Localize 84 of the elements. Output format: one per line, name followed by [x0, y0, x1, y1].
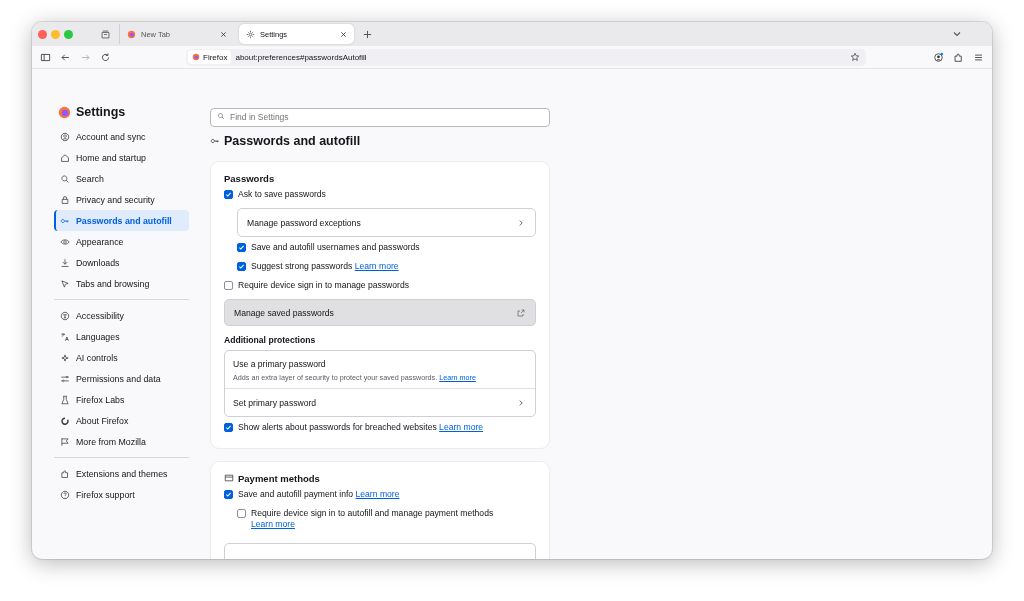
account-icon[interactable]: [933, 51, 944, 63]
download-icon: [60, 257, 70, 268]
checkbox[interactable]: [224, 281, 233, 290]
checkbox[interactable]: [224, 490, 233, 499]
search-icon: [60, 173, 70, 184]
section-heading: Passwords: [224, 172, 275, 184]
manage-button[interactable]: Manage saved passwords: [224, 299, 536, 326]
eye-icon: [60, 236, 70, 247]
checkbox-label[interactable]: Ask to save passwords: [238, 189, 326, 200]
settings-icon: [246, 29, 255, 39]
page-title: Passwords and autofill: [224, 134, 361, 148]
cursor-icon: [60, 278, 70, 289]
reload-icon[interactable]: [100, 51, 111, 63]
sidebar-item[interactable]: More from Mozilla: [54, 431, 189, 452]
sidebar-item[interactable]: Appearance: [54, 231, 189, 252]
checkbox-label[interactable]: Show alerts about passwords for breached websites Learn more: [238, 422, 484, 433]
section-heading: Payment methods: [238, 472, 320, 484]
key-icon: [210, 136, 220, 146]
settings-title: Settings: [76, 105, 126, 119]
tab-overview-icon[interactable]: [100, 28, 111, 40]
checkbox-label[interactable]: Require device sign in to autofill and manage payment methods Learn more: [251, 508, 536, 530]
subheading: Additional protections: [224, 335, 317, 345]
sidebar-item[interactable]: Search: [54, 168, 189, 189]
search-field[interactable]: Find in Settings: [210, 107, 550, 127]
checkbox-label[interactable]: Require device sign in to manage passwords: [238, 280, 409, 291]
checkbox-label[interactable]: Suggest strong passwords Learn more: [251, 261, 399, 272]
account-icon: [60, 131, 70, 142]
close-window-button[interactable]: [38, 29, 47, 39]
sidebar-item[interactable]: Account and sync: [54, 126, 189, 147]
bookmark-star-icon[interactable]: [850, 52, 860, 62]
sidebar-item[interactable]: Privacy and security: [54, 189, 189, 210]
translate-icon: [60, 331, 70, 342]
close-tab-icon[interactable]: [340, 30, 347, 38]
home-icon: [60, 152, 70, 163]
url-text: about:preferences#passwordsAutofill: [235, 52, 367, 62]
sidebar-item[interactable]: Tabs and browsing: [54, 273, 189, 294]
checkbox[interactable]: [237, 243, 246, 252]
sidebar-item[interactable]: Downloads: [54, 252, 189, 273]
sidebar-item[interactable]: About Firefox: [54, 410, 189, 431]
sidebar-item[interactable]: Accessibility: [54, 305, 189, 326]
sidebar-item[interactable]: Firefox support: [54, 484, 189, 505]
external-link-icon: [517, 308, 525, 317]
search-icon: [217, 111, 225, 120]
sparkle-icon: [60, 352, 70, 363]
checkbox[interactable]: [237, 262, 246, 271]
identity-button[interactable]: Firefox: [188, 50, 232, 64]
sidebar-item[interactable]: Extensions and themes: [54, 463, 189, 484]
sidebar-item[interactable]: Passwords and autofill: [54, 210, 189, 231]
new-tab-icon[interactable]: [363, 29, 372, 39]
address-bar[interactable]: Firefox about:preferences#passwordsAutofill: [186, 48, 866, 66]
learn-more-link[interactable]: Learn more: [355, 489, 400, 499]
menu-icon[interactable]: [973, 51, 984, 63]
learn-more-link[interactable]: Learn more: [439, 422, 484, 432]
firefox-logo-icon: [192, 53, 200, 61]
back-icon[interactable]: [60, 51, 71, 63]
chevron-right-icon: [517, 398, 525, 407]
sidebar-item[interactable]: Languages: [54, 326, 189, 347]
checkbox-label[interactable]: Save and autofill payment info Learn more: [238, 489, 400, 500]
checkbox[interactable]: [237, 509, 246, 518]
firefox-logo-icon: [127, 29, 136, 39]
checkbox[interactable]: [224, 190, 233, 199]
option-title: Use a primary password: [233, 359, 327, 369]
sidebar-item[interactable]: Firefox Labs: [54, 389, 189, 410]
learn-more-link[interactable]: Learn more: [251, 519, 295, 529]
checkbox-label[interactable]: Save and autofill usernames and passwords: [251, 242, 420, 253]
help-icon: [60, 489, 70, 500]
close-tab-icon[interactable]: [220, 30, 227, 38]
tab-list-chevron-icon[interactable]: [952, 29, 962, 39]
firefox-logo-icon: [58, 105, 71, 119]
learn-more-link[interactable]: Learn more: [354, 261, 399, 271]
checkbox[interactable]: [224, 423, 233, 432]
credit-card-icon: [224, 473, 234, 483]
sidebar-item[interactable]: Home and startup: [54, 147, 189, 168]
sliders-icon: [60, 373, 70, 384]
sidebar-item[interactable]: AI controls: [54, 347, 189, 368]
flask-icon: [60, 394, 70, 405]
accessibility-icon: [60, 310, 70, 321]
sidebar-item[interactable]: Permissions and data: [54, 368, 189, 389]
sidebar-toggle-icon[interactable]: [40, 51, 51, 63]
flag-icon: [60, 436, 70, 447]
manage-button[interactable]: Manage password exceptions: [237, 208, 536, 237]
lock-icon: [60, 194, 70, 205]
chevron-right-icon: [517, 218, 525, 227]
ring-icon: [60, 415, 70, 426]
